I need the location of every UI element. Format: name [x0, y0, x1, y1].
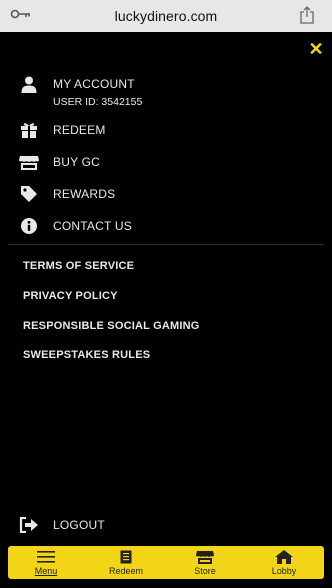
- share-icon[interactable]: [299, 5, 315, 25]
- menu-icon: [37, 550, 55, 564]
- close-icon[interactable]: ✕: [308, 40, 324, 58]
- bottom-tab-bar: Menu Redeem Store Lobby: [8, 546, 324, 579]
- tab-store[interactable]: Store: [175, 546, 235, 579]
- menu-item-redeem[interactable]: REDEEM: [0, 118, 332, 142]
- logout-label: LOGOUT: [53, 518, 105, 532]
- store-icon: [196, 550, 214, 564]
- tab-store-label: Store: [194, 566, 216, 576]
- tab-menu[interactable]: Menu: [16, 546, 76, 579]
- receipt-icon: [117, 550, 135, 564]
- logout-icon: [19, 516, 39, 534]
- tab-lobby[interactable]: Lobby: [254, 546, 314, 579]
- gift-icon: [19, 121, 39, 139]
- tab-lobby-label: Lobby: [271, 566, 297, 576]
- browser-url-bar[interactable]: luckydinero.com: [0, 0, 332, 32]
- menu-item-buy-gc[interactable]: BUY GC: [0, 150, 332, 174]
- responsible-gaming-link[interactable]: RESPONSIBLE SOCIAL GAMING: [23, 320, 200, 332]
- buy-gc-label: BUY GC: [53, 155, 100, 169]
- rewards-label: REWARDS: [53, 187, 116, 201]
- store-icon: [19, 153, 39, 171]
- tab-redeem[interactable]: Redeem: [96, 546, 156, 579]
- user-id: USER ID: 3542155: [53, 96, 143, 108]
- terms-of-service-link[interactable]: TERMS OF SERVICE: [23, 260, 134, 272]
- tab-menu-label: Menu: [34, 566, 58, 576]
- url-text: luckydinero.com: [114, 8, 218, 24]
- contact-us-label: CONTACT US: [53, 219, 132, 233]
- my-account-label: MY ACCOUNT: [53, 77, 135, 91]
- home-icon: [275, 550, 293, 564]
- menu-item-contact-us[interactable]: CONTACT US: [0, 214, 332, 238]
- key-icon: [10, 9, 30, 19]
- user-icon: [19, 75, 39, 93]
- info-icon: [19, 217, 39, 235]
- tab-redeem-label: Redeem: [108, 566, 144, 576]
- menu-item-my-account[interactable]: MY ACCOUNT: [0, 72, 332, 96]
- menu-item-logout[interactable]: LOGOUT: [0, 513, 332, 537]
- privacy-policy-link[interactable]: PRIVACY POLICY: [23, 290, 118, 302]
- redeem-label: REDEEM: [53, 123, 106, 137]
- sweepstakes-rules-link[interactable]: SWEEPSTAKES RULES: [23, 349, 150, 361]
- tag-icon: [19, 185, 39, 203]
- menu-item-rewards[interactable]: REWARDS: [0, 182, 332, 206]
- menu-divider: [8, 244, 324, 245]
